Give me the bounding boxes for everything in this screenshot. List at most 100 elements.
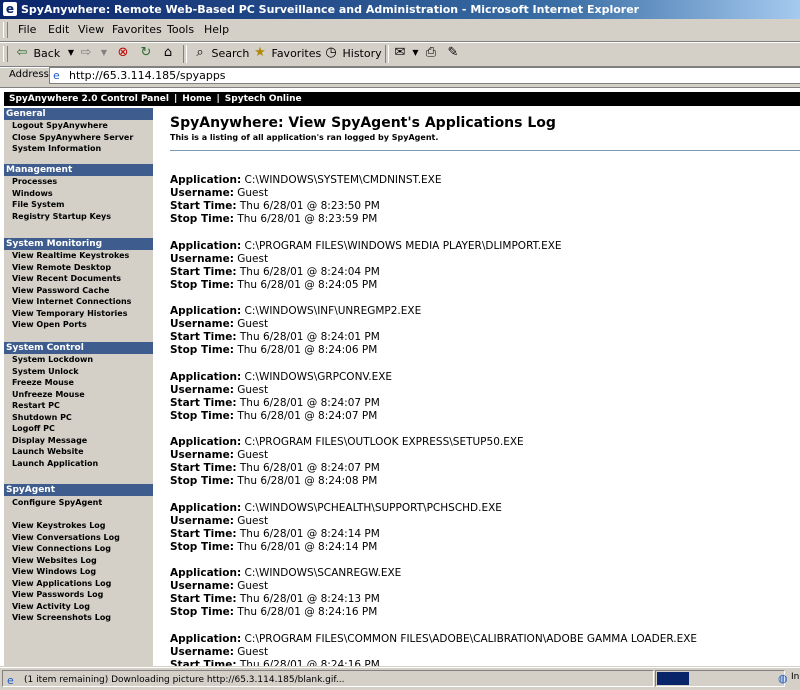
sidebar-link[interactable]: View Websites Log xyxy=(12,555,97,566)
back-dropdown[interactable]: ▼ xyxy=(63,45,79,63)
sidebar-link[interactable]: Freeze Mouse xyxy=(12,377,74,388)
sidebar-section-header: General xyxy=(4,108,153,120)
forward-button[interactable]: ⇨ xyxy=(78,45,94,63)
log-field-application: Application: C:\WINDOWS\INF\UNREGMP2.EXE xyxy=(170,305,800,318)
favorites-button[interactable]: ★ Favorites xyxy=(252,45,321,63)
log-field-start: Start Time: Thu 6/28/01 @ 8:24:04 PM xyxy=(170,266,800,279)
title-bar: e SpyAnywhere: Remote Web-Based PC Surve… xyxy=(0,0,800,19)
field-label: Stop Time: xyxy=(170,475,234,487)
menu-help[interactable]: Help xyxy=(204,23,229,36)
field-label: Stop Time: xyxy=(170,606,234,618)
refresh-button[interactable]: ↻ xyxy=(138,45,154,63)
log-field-application: Application: C:\PROGRAM FILES\WINDOWS ME… xyxy=(170,240,800,253)
sidebar-link[interactable]: Shutdown PC xyxy=(12,412,72,423)
field-label: Stop Time: xyxy=(170,278,234,291)
log-field-stop: Stop Time: Thu 6/28/01 @ 8:24:06 PM xyxy=(170,344,800,357)
field-label: Application: xyxy=(170,632,242,645)
field-label: Start Time: xyxy=(170,396,237,409)
field-label: Stop Time: xyxy=(170,409,234,422)
field-value: Thu 6/28/01 @ 8:24:14 PM xyxy=(239,527,380,540)
sidebar-link[interactable]: Close SpyAnywhere Server xyxy=(12,132,133,143)
back-button[interactable]: ⇦ Back xyxy=(14,45,61,63)
field-value: Thu 6/28/01 @ 8:24:04 PM xyxy=(239,265,380,278)
toolbar-separator xyxy=(183,45,187,63)
log-entry: Application: C:\PROGRAM FILES\COMMON FIL… xyxy=(170,633,800,667)
sidebar-link[interactable]: Restart PC xyxy=(12,400,60,411)
sidebar-link[interactable]: View Windows Log xyxy=(12,566,96,577)
field-label: Start Time: xyxy=(170,265,237,278)
field-value: Thu 6/28/01 @ 8:24:06 PM xyxy=(237,344,378,356)
menu-favorites[interactable]: Favorites xyxy=(112,23,162,36)
log-entry: Application: C:\WINDOWS\PCHEALTH\SUPPORT… xyxy=(170,502,800,554)
sidebar-link[interactable]: View Connections Log xyxy=(12,543,111,554)
field-label: Stop Time: xyxy=(170,344,234,356)
sidebar-link[interactable]: View Internet Connections xyxy=(12,296,131,307)
sidebar-link[interactable]: View Temporary Histories xyxy=(12,308,127,319)
menubar-grip[interactable] xyxy=(3,22,8,38)
menu-tools[interactable]: Tools xyxy=(167,23,194,36)
sidebar-link[interactable]: View Activity Log xyxy=(12,601,90,612)
sidebar-link[interactable]: Display Message xyxy=(12,435,87,446)
log-field-username: Username: Guest xyxy=(170,384,800,397)
toolbar-grip[interactable] xyxy=(3,46,8,62)
mail-button[interactable]: ✉ ▼ xyxy=(392,45,420,63)
log-entry: Application: C:\WINDOWS\SCANREGW.EXE User… xyxy=(170,567,800,619)
sidebar-link[interactable]: Processes xyxy=(12,176,57,187)
field-label: Username: xyxy=(170,383,234,396)
menu-edit[interactable]: Edit xyxy=(48,23,69,36)
field-label: Username: xyxy=(170,252,234,265)
sidebar-link[interactable]: View Conversations Log xyxy=(12,532,120,543)
history-button[interactable]: ◷ History xyxy=(323,45,382,63)
print-button[interactable]: ⎙ xyxy=(423,45,439,63)
sidebar-link[interactable]: System Lockdown xyxy=(12,354,93,365)
sidebar-link[interactable]: File System xyxy=(12,199,64,210)
menu-bar: File Edit View Favorites Tools Help xyxy=(0,19,800,42)
search-label: Search xyxy=(211,47,250,60)
log-field-application: Application: C:\WINDOWS\SCANREGW.EXE xyxy=(170,567,800,580)
sidebar-link[interactable]: View Realtime Keystrokes xyxy=(12,250,129,261)
home-button[interactable]: ⌂ xyxy=(160,45,176,63)
sidebar-link[interactable]: Logout SpyAnywhere xyxy=(12,120,108,131)
sidebar-link[interactable]: Logoff PC xyxy=(12,423,55,434)
zone-text: In xyxy=(791,672,800,682)
sidebar-link[interactable]: View Keystrokes Log xyxy=(12,520,106,531)
menu-view[interactable]: View xyxy=(78,23,104,36)
menu-file[interactable]: File xyxy=(18,23,36,36)
log-field-username: Username: Guest xyxy=(170,646,800,659)
sidebar-link[interactable]: Launch Website xyxy=(12,446,84,457)
sidebar-link[interactable]: View Passwords Log xyxy=(12,589,103,600)
field-label: Start Time: xyxy=(170,527,237,540)
address-input[interactable]: e http://65.3.114.185/spyapps xyxy=(49,67,800,84)
nav-control-panel[interactable]: SpyAnywhere 2.0 Control Panel xyxy=(4,94,174,104)
field-label: Application: xyxy=(170,501,242,514)
window-title: SpyAnywhere: Remote Web-Based PC Surveil… xyxy=(21,3,640,16)
sidebar-link[interactable]: View Remote Desktop xyxy=(12,262,111,273)
forward-dropdown[interactable]: ▼ xyxy=(96,45,112,63)
sidebar-link[interactable]: View Screenshots Log xyxy=(12,612,111,623)
sidebar-link[interactable]: System Information xyxy=(12,143,101,154)
download-page-icon: e xyxy=(7,674,14,687)
field-value: C:\WINDOWS\SYSTEM\CMDNINST.EXE xyxy=(244,174,442,186)
stop-button[interactable]: ⊗ xyxy=(115,45,131,63)
log-field-stop: Stop Time: Thu 6/28/01 @ 8:23:59 PM xyxy=(170,213,800,226)
sidebar-link[interactable]: View Password Cache xyxy=(12,285,109,296)
sidebar-link[interactable]: Unfreeze Mouse xyxy=(12,389,85,400)
sidebar-link[interactable]: System Unlock xyxy=(12,366,79,377)
sidebar-link[interactable]: Registry Startup Keys xyxy=(12,211,111,222)
sidebar-link[interactable]: View Applications Log xyxy=(12,578,111,589)
search-button[interactable]: ⌕ Search xyxy=(192,45,249,63)
sidebar-link[interactable]: Configure SpyAgent xyxy=(12,497,102,508)
field-value: Thu 6/28/01 @ 8:23:59 PM xyxy=(237,213,378,225)
field-label: Start Time: xyxy=(170,331,237,343)
field-label: Username: xyxy=(170,514,234,527)
field-value: Thu 6/28/01 @ 8:23:50 PM xyxy=(239,200,380,212)
sidebar-link[interactable]: Windows xyxy=(12,188,53,199)
history-label: History xyxy=(342,47,382,60)
log-field-username: Username: Guest xyxy=(170,515,800,528)
sidebar-link[interactable]: Launch Application xyxy=(12,458,98,469)
dropdown-arrow-icon: ▼ xyxy=(67,48,75,57)
field-value: Guest xyxy=(237,187,269,199)
sidebar-link[interactable]: View Recent Documents xyxy=(12,273,121,284)
edit-button[interactable]: ✎ xyxy=(445,45,461,63)
sidebar-link[interactable]: View Open Ports xyxy=(12,319,87,330)
